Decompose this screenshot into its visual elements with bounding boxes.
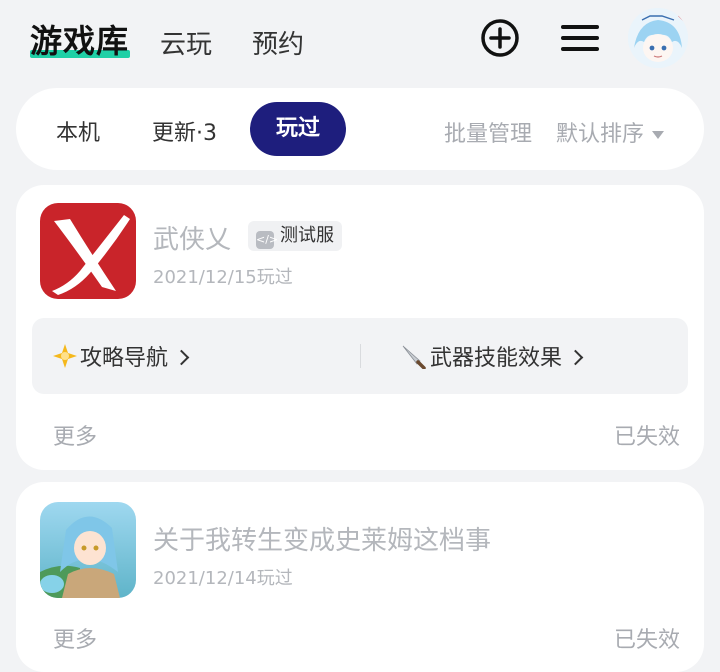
test-server-tag: </> 测试服 — [248, 221, 342, 251]
tab-game-library[interactable]: 游戏库 — [30, 16, 129, 62]
game-title: 关于我转生变成史莱姆这档事 — [153, 526, 492, 556]
tab-reservations[interactable]: 预约 — [252, 24, 304, 61]
add-circle-icon[interactable] — [480, 18, 520, 58]
knife-icon — [400, 343, 426, 375]
code-icon: </> — [256, 231, 278, 249]
tab-cloud-play[interactable]: 云玩 — [160, 24, 212, 61]
filter-tab-updates[interactable]: 更新·3 — [152, 115, 217, 147]
game-card[interactable]: 武侠乂 </> 测试服 2021/12/15玩过 攻略导航 武器技能效果 更多 已… — [16, 185, 704, 470]
game-icon-wuxia[interactable] — [40, 203, 136, 299]
tag-label: 测试服 — [280, 225, 334, 246]
guide-nav-link[interactable]: 攻略导航 — [52, 340, 190, 375]
filter-bar: 本机 更新·3 玩过 批量管理 默认排序 — [16, 88, 704, 170]
quick-links: 攻略导航 武器技能效果 — [32, 318, 688, 394]
menu-icon[interactable] — [560, 18, 600, 58]
chevron-right-icon — [567, 349, 584, 365]
status-label: 已失效 — [613, 425, 680, 450]
app-header: 游戏库 云玩 预约 — [0, 0, 720, 80]
game-title: 武侠乂 — [153, 225, 232, 255]
sort-label: 默认排序 — [556, 122, 645, 147]
more-link[interactable]: 更多 — [53, 622, 97, 654]
more-link[interactable]: 更多 — [53, 419, 97, 451]
filter-tab-played[interactable]: 玩过 — [250, 102, 347, 156]
caret-down-icon — [652, 131, 665, 139]
sparkle-icon — [52, 343, 78, 375]
weapon-skills-label: 武器技能效果 — [430, 346, 563, 371]
batch-manage-button[interactable]: 批量管理 — [444, 116, 532, 148]
status-label: 已失效 — [613, 628, 680, 653]
sort-dropdown[interactable]: 默认排序 — [556, 116, 665, 148]
game-card[interactable]: 关于我转生变成史莱姆这档事 2021/12/14玩过 更多 已失效 — [16, 482, 704, 672]
last-played-date: 2021/12/15玩过 — [153, 267, 293, 288]
game-icon-slime[interactable] — [40, 502, 136, 598]
last-played-date: 2021/12/14玩过 — [153, 568, 293, 589]
filter-tab-local[interactable]: 本机 — [56, 115, 100, 147]
guide-nav-label: 攻略导航 — [80, 346, 169, 371]
divider — [360, 344, 361, 368]
weapon-skills-link[interactable]: 武器技能效果 — [400, 340, 584, 375]
avatar[interactable] — [628, 8, 688, 68]
chevron-right-icon — [173, 349, 190, 365]
